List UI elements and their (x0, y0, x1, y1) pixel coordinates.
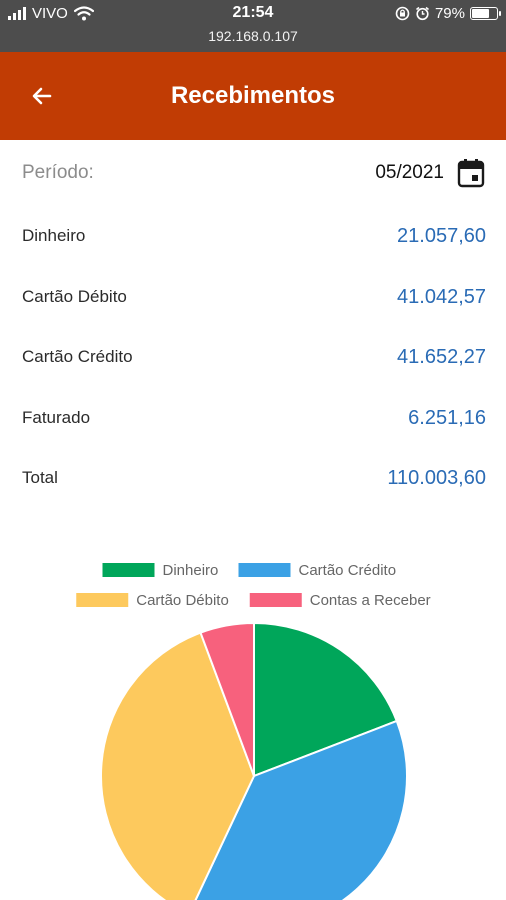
calendar-button[interactable] (456, 157, 486, 189)
summary-label: Total (22, 468, 58, 487)
summary-label: Faturado (22, 408, 91, 427)
summary-value: 41.652,27 (397, 345, 486, 368)
legend-item[interactable]: Cartão Crédito (238, 562, 397, 579)
legend-swatch (238, 563, 291, 577)
legend-swatch (249, 593, 302, 607)
alarm-icon (415, 6, 429, 21)
legend-swatch (102, 563, 155, 577)
legend-label: Contas a Receber (310, 592, 431, 609)
app-header: Recebimentos (0, 52, 506, 140)
legend-label: Dinheiro (163, 562, 219, 579)
summary-row-faturado: Faturado 6.251,16 (22, 403, 486, 433)
summary-label: Cartão Crédito (22, 347, 133, 366)
summary-row-cartao-debito: Cartão Débito 41.042,57 (22, 282, 486, 312)
summary-value: 6.251,16 (408, 406, 486, 429)
page-title: Recebimentos (170, 82, 336, 109)
summary-value: 21.057,60 (397, 224, 486, 247)
battery-level (472, 9, 490, 18)
period-row: Período: 05/2021 (22, 155, 486, 191)
legend-item[interactable]: Cartão Débito (76, 592, 229, 609)
pie-chart: Dinheiro Cartão Crédito Cartão Débito Conta… (76, 562, 431, 900)
battery-percent: 79% (434, 5, 465, 22)
summary-value: 110.003,60 (387, 466, 486, 489)
status-url: 192.168.0.107 (208, 28, 298, 44)
legend-label: Cartão Débito (136, 592, 229, 609)
calendar-icon (457, 159, 485, 188)
summary-label: Dinheiro (22, 226, 86, 245)
period-selector[interactable]: 05/2021 (375, 157, 486, 189)
legend-swatch (76, 593, 129, 607)
summary-row-dinheiro: Dinheiro 21.057,60 (22, 221, 486, 251)
summary-label: Cartão Débito (22, 287, 127, 306)
legend-label: Cartão Crédito (299, 562, 397, 579)
status-right-group: 79% (395, 5, 501, 22)
status-bar: VIVO 21:54 192.168.0.107 79% (0, 0, 506, 52)
period-label: Período: (22, 162, 94, 183)
legend-item[interactable]: Dinheiro (102, 562, 219, 579)
summary-value: 41.042,57 (397, 285, 486, 308)
period-value[interactable]: 05/2021 (375, 162, 444, 184)
summary-row-total: Total 110.003,60 (22, 463, 486, 493)
battery-icon (470, 7, 501, 20)
summary-row-cartao-credito: Cartão Crédito 41.652,27 (22, 342, 486, 372)
lock-rotation-icon (395, 6, 410, 21)
legend-item[interactable]: Contas a Receber (249, 592, 431, 609)
